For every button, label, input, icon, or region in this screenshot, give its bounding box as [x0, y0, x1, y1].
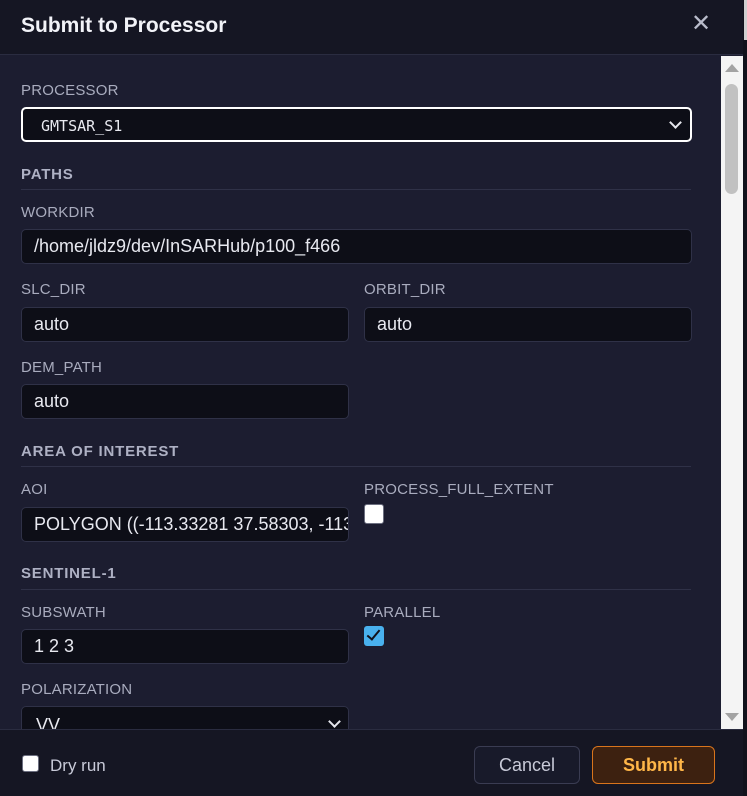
dry-run-checkbox[interactable] [22, 755, 39, 772]
section-divider [21, 589, 691, 590]
slc-dir-label: SLC_DIR [21, 281, 86, 298]
close-icon[interactable]: ✕ [690, 11, 712, 37]
section-paths: PATHS [21, 166, 74, 183]
section-divider [21, 466, 691, 467]
chevron-down-icon [328, 715, 341, 728]
scroll-up-arrow-icon[interactable] [725, 64, 739, 72]
vertical-scrollbar[interactable] [721, 56, 743, 729]
dialog-body[interactable]: PROCESSOR GMTSAR_S1 PATHS WORKDIR /home/… [0, 56, 721, 729]
polarization-label: POLARIZATION [21, 681, 133, 698]
orbit-dir-label: ORBIT_DIR [364, 281, 446, 298]
section-divider [21, 189, 691, 190]
checkmark-icon [366, 626, 381, 641]
section-sentinel-1: SENTINEL-1 [21, 565, 117, 582]
slc-dir-input[interactable]: auto [21, 307, 349, 342]
processor-select-value: GMTSAR_S1 [41, 117, 123, 135]
orbit-dir-input[interactable]: auto [364, 307, 692, 342]
process-full-extent-label: PROCESS_FULL_EXTENT [364, 481, 554, 498]
dry-run-label[interactable]: Dry run [50, 756, 106, 776]
dialog-title: Submit to Processor [21, 14, 227, 37]
parallel-checkbox[interactable] [364, 626, 384, 646]
chevron-down-icon [669, 116, 682, 129]
submit-button[interactable]: Submit [592, 746, 715, 784]
subswath-label: SUBSWATH [21, 604, 106, 621]
section-area-of-interest: AREA OF INTEREST [21, 443, 180, 460]
parallel-label: PARALLEL [364, 604, 441, 621]
scroll-down-arrow-icon[interactable] [725, 713, 739, 721]
submit-dialog: Submit to Processor ✕ PROCESSOR GMTSAR_S… [0, 0, 743, 796]
processor-label: PROCESSOR [21, 82, 119, 99]
aoi-input[interactable]: POLYGON ((-113.33281 37.58303, -113 [21, 507, 349, 542]
scrollbar-thumb[interactable] [725, 84, 738, 194]
dem-path-input[interactable]: auto [21, 384, 349, 419]
dialog-footer: Dry run Cancel Submit [0, 729, 743, 796]
polarization-select[interactable]: VV [21, 706, 349, 729]
dem-path-label: DEM_PATH [21, 359, 103, 376]
process-full-extent-checkbox[interactable] [364, 504, 384, 524]
aoi-label: AOI [21, 481, 48, 498]
cancel-button[interactable]: Cancel [474, 746, 580, 784]
workdir-input[interactable]: /home/jldz9/dev/InSARHub/p100_f466 [21, 229, 692, 264]
polarization-select-value: VV [36, 715, 61, 729]
subswath-input[interactable]: 1 2 3 [21, 629, 349, 664]
processor-select[interactable]: GMTSAR_S1 [21, 107, 692, 142]
workdir-label: WORKDIR [21, 204, 95, 221]
dialog-header: Submit to Processor ✕ [0, 0, 743, 55]
